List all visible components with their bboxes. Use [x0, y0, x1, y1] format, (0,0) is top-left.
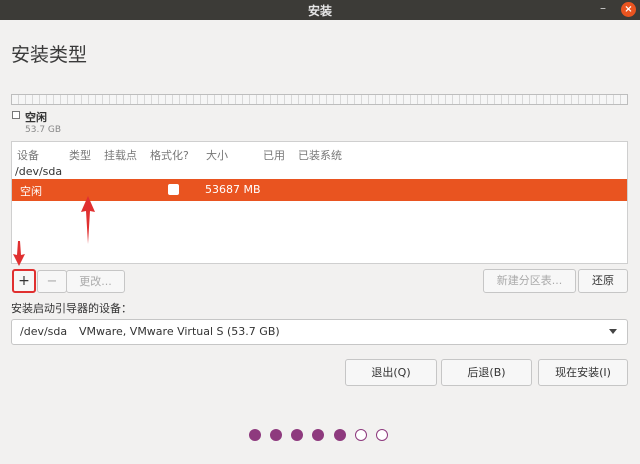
- partition-table[interactable]: 设备 类型 挂载点 格式化? 大小 已用 已装系统 /dev/sda 空闲 53…: [11, 141, 628, 264]
- new-partition-table-button[interactable]: 新建分区表...: [483, 269, 576, 293]
- legend-size: 53.7 GB: [25, 125, 62, 135]
- progress-dot: [376, 429, 388, 441]
- row-device: 空闲: [20, 185, 42, 198]
- table-row-free-space[interactable]: 空闲 53687 MB: [12, 179, 627, 201]
- back-button[interactable]: 后退(B): [441, 359, 532, 386]
- revert-button[interactable]: 还原: [578, 269, 628, 293]
- boot-device-label: 安装启动引导器的设备：: [11, 302, 132, 315]
- column-header-format: 格式化?: [150, 149, 189, 162]
- legend-label: 空闲: [25, 111, 47, 124]
- quit-button[interactable]: 退出(Q): [345, 359, 437, 386]
- column-header-size: 大小: [206, 149, 228, 162]
- annotation-arrow-down-icon: [13, 241, 25, 266]
- window-title: 安装: [307, 4, 332, 18]
- progress-dot: [291, 429, 303, 441]
- column-header-used: 已用: [263, 149, 285, 162]
- title-bar: 安装 – ×: [0, 0, 640, 20]
- device-row[interactable]: /dev/sda: [15, 165, 62, 178]
- progress-dot: [249, 429, 261, 441]
- disk-usage-bar: [11, 94, 628, 105]
- change-partition-button[interactable]: 更改...: [66, 270, 125, 293]
- install-now-button[interactable]: 现在安装(I): [538, 359, 628, 386]
- free-space-legend-icon: [12, 111, 20, 119]
- page-title: 安装类型: [11, 44, 88, 66]
- progress-dot: [270, 429, 282, 441]
- row-size: 53687 MB: [205, 183, 261, 196]
- column-header-type: 类型: [69, 149, 91, 162]
- column-header-device: 设备: [17, 149, 39, 162]
- progress-dot: [355, 429, 367, 441]
- boot-device-description: VMware, VMware Virtual S (53.7 GB): [79, 325, 280, 338]
- progress-dot: [334, 429, 346, 441]
- boot-device-path: /dev/sda: [20, 325, 68, 338]
- progress-dot: [312, 429, 324, 441]
- remove-partition-button[interactable]: −: [37, 270, 67, 293]
- format-checkbox[interactable]: [168, 184, 179, 195]
- annotation-arrow-up-icon: [81, 196, 95, 244]
- minimize-icon[interactable]: –: [597, 1, 609, 15]
- chevron-down-icon: [609, 329, 617, 334]
- column-header-system: 已装系统: [298, 149, 342, 162]
- add-partition-button[interactable]: +: [12, 269, 36, 293]
- close-icon[interactable]: ×: [621, 2, 636, 17]
- column-header-mount: 挂载点: [104, 149, 137, 162]
- boot-device-select[interactable]: /dev/sda VMware, VMware Virtual S (53.7 …: [11, 319, 628, 345]
